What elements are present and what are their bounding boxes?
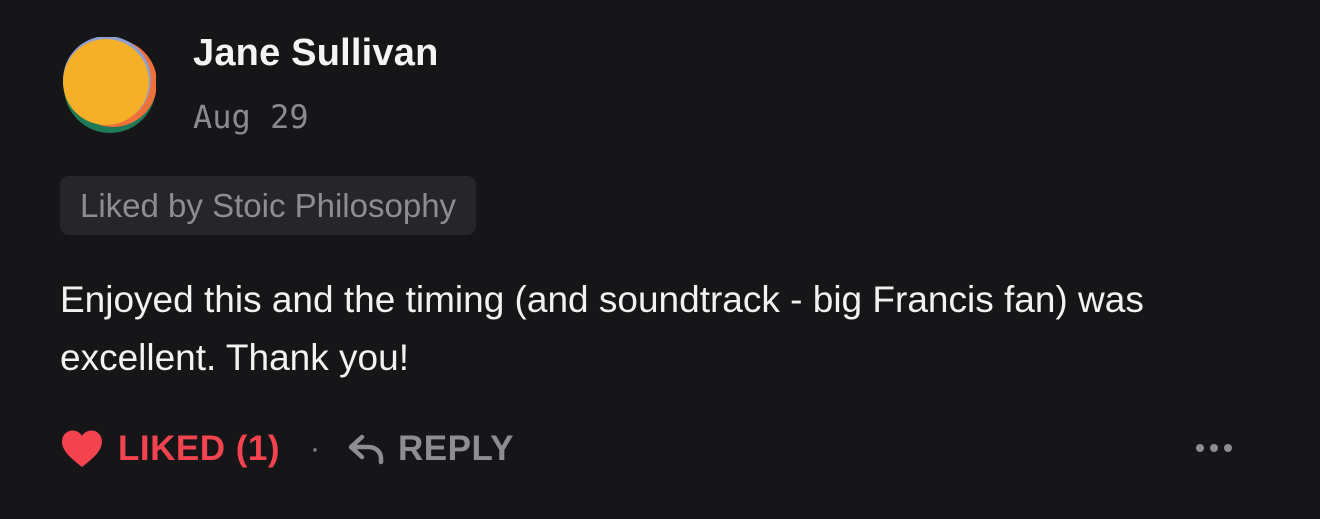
avatar[interactable] <box>60 37 156 133</box>
action-separator: · <box>310 432 320 465</box>
like-button[interactable]: LIKED (1) <box>60 429 280 469</box>
comment-actions: LIKED (1) · REPLY <box>60 424 514 474</box>
liked-by-badge: Liked by Stoic Philosophy <box>60 176 477 235</box>
comment-date[interactable]: Aug 29 <box>193 98 309 136</box>
more-options-icon[interactable] <box>1194 436 1234 460</box>
comment-body: Enjoyed this and the timing (and soundtr… <box>60 279 1144 378</box>
reply-arrow-icon <box>348 434 384 465</box>
heart-icon <box>62 430 102 467</box>
reply-button[interactable]: REPLY <box>348 429 514 469</box>
reply-label: REPLY <box>398 429 514 468</box>
like-label: LIKED (1) <box>118 429 280 468</box>
author-name[interactable]: Jane Sullivan <box>193 32 438 75</box>
